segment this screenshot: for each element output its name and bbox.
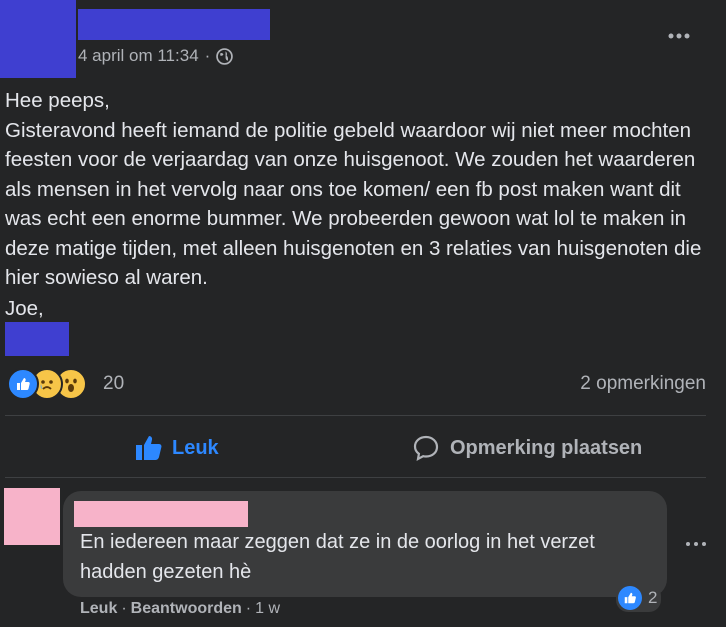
comment-actions: Leuk · Beantwoorden · 1 w [80, 600, 280, 618]
comment-label: Opmerking plaatsen [450, 436, 643, 459]
comment-like-link[interactable]: Leuk [80, 600, 117, 618]
post-meta: 4 april om 11:34 · [78, 46, 234, 66]
public-globe-icon[interactable] [216, 47, 234, 65]
comment-reply-link[interactable]: Beantwoorden [131, 600, 242, 618]
like-reaction-icon [618, 586, 642, 610]
reaction-count[interactable]: 20 [103, 373, 124, 395]
post-text: Hee peeps, Gisteravond heeft iemand de p… [5, 86, 720, 293]
like-button[interactable]: Leuk [134, 430, 219, 466]
comment-age[interactable]: 1 w [255, 600, 280, 618]
signature-redacted [5, 322, 69, 356]
post-timestamp[interactable]: 4 april om 11:34 [78, 46, 199, 66]
more-options-icon[interactable] [666, 26, 694, 46]
comment-count[interactable]: 2 opmerkingen [580, 373, 706, 395]
post-body-text: Gisteravond heeft iemand de politie gebe… [5, 118, 702, 290]
comment-text: En iedereen maar zeggen dat ze in de oor… [80, 531, 595, 583]
commenter-name-redacted[interactable] [74, 501, 248, 527]
comment-like-count: 2 [648, 588, 658, 607]
thumbs-up-icon [136, 436, 162, 460]
comment-reactions[interactable]: 2 [616, 584, 662, 612]
like-reaction-icon [7, 368, 39, 400]
author-name-redacted[interactable] [78, 9, 270, 40]
author-avatar-redacted[interactable] [0, 0, 76, 78]
action-separator: · [245, 600, 252, 617]
comment-more-options-icon[interactable] [684, 536, 708, 552]
commenter-avatar-redacted[interactable] [4, 488, 60, 545]
action-separator: · [121, 600, 127, 617]
divider [5, 415, 706, 416]
divider [5, 477, 706, 478]
post-signoff: Joe, [5, 297, 44, 320]
post-greeting: Hee peeps, [5, 89, 110, 112]
comment-button[interactable]: Opmerking plaatsen [412, 430, 642, 466]
meta-separator: · [204, 46, 211, 65]
comment-bubble-icon [413, 435, 439, 462]
like-label: Leuk [172, 436, 219, 459]
reactions-summary[interactable]: 20 [7, 368, 124, 400]
